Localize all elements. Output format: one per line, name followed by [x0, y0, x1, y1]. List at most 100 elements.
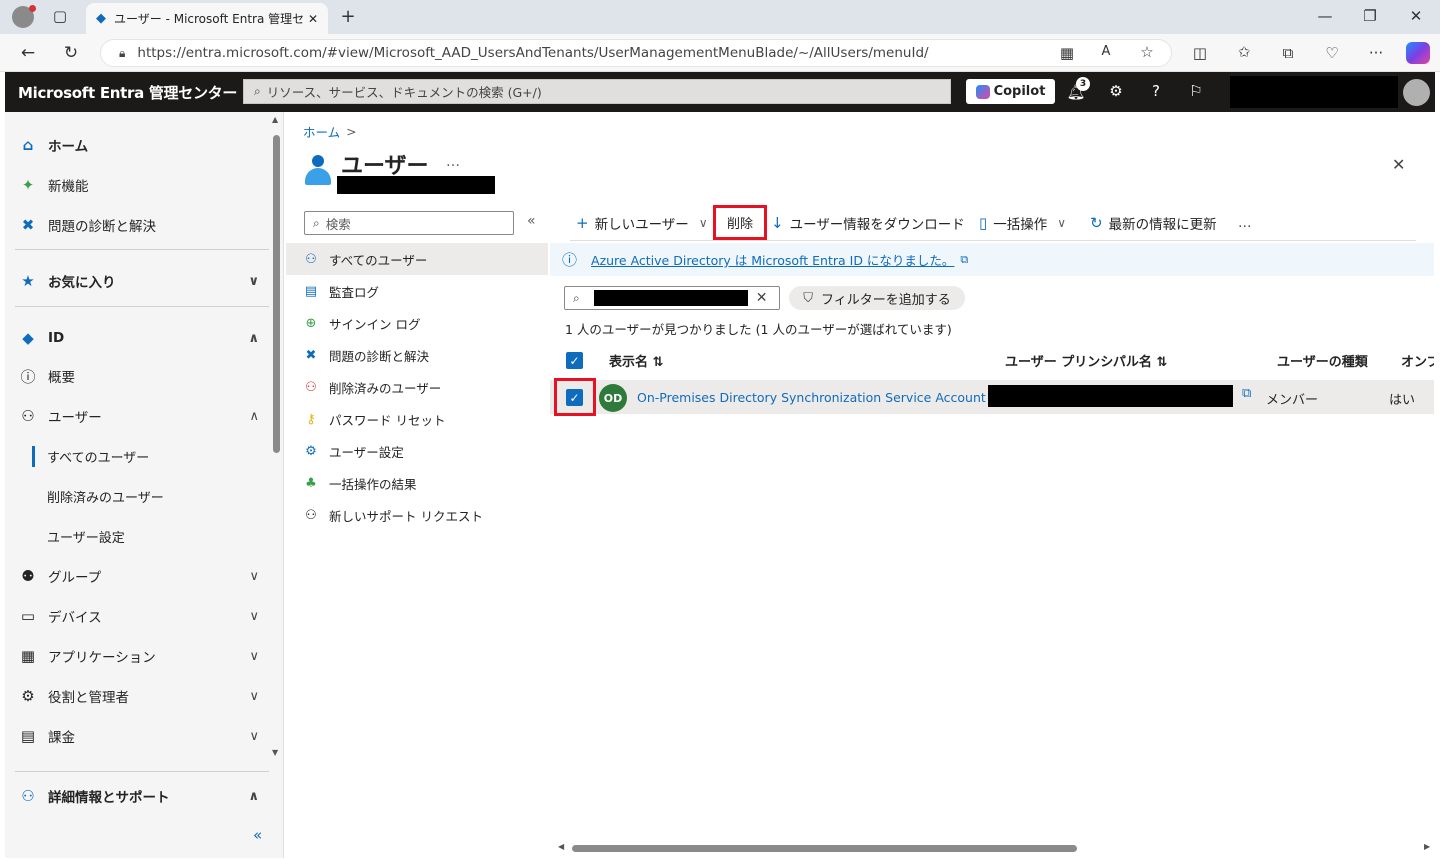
chevron-down-icon: ∨ [698, 216, 708, 230]
row-checkbox[interactable]: ✓ [566, 389, 583, 406]
menu-label: 新しいサポート リクエスト [329, 508, 483, 524]
new-user-button[interactable]: + 新しいユーザー ∨ [576, 210, 708, 236]
favorite-star-icon[interactable]: ☆ [1135, 43, 1159, 61]
read-aloud-icon[interactable]: A [1094, 44, 1118, 59]
chevron-down-icon: ∨ [1057, 216, 1067, 230]
nav-support[interactable]: ⚇ 詳細情報とサポート ∧ [5, 778, 267, 814]
nav-favorites[interactable]: ★ お気に入り ∨ [5, 263, 267, 299]
feedback-icon[interactable]: ⚐ [1183, 82, 1209, 100]
account-avatar[interactable] [1403, 79, 1430, 106]
account-info-redacted[interactable] [1230, 76, 1398, 108]
identity-icon: ◆ [22, 329, 34, 347]
scroll-right-icon[interactable]: ▶ [1424, 842, 1430, 851]
refresh-icon[interactable]: ↻ [59, 43, 83, 63]
copilot-button[interactable]: Copilot [966, 79, 1055, 104]
collections-icon[interactable]: ⧉ [1276, 44, 1300, 62]
url-field[interactable]: 🔒︎ https://entra.microsoft.com/#view/Mic… [100, 39, 1172, 67]
chevron-up-icon: ∧ [249, 408, 259, 424]
portal-brand[interactable]: Microsoft Entra 管理センター [18, 82, 237, 103]
chevron-down-icon: ∨ [249, 728, 259, 744]
menu-diagnose[interactable]: ✖ 問題の診断と解決 [286, 339, 548, 371]
external-link-icon[interactable]: ⧉ [960, 253, 968, 267]
close-blade-icon[interactable]: ✕ [1392, 155, 1405, 174]
breadcrumb-home[interactable]: ホーム [303, 122, 340, 141]
chevron-down-icon: ∨ [249, 568, 259, 584]
select-all-checkbox[interactable]: ✓ [566, 352, 583, 369]
nav-users[interactable]: ⚇ ユーザー ∧ [5, 398, 267, 434]
copy-icon[interactable]: ⧉ [1242, 386, 1251, 401]
nav-user-settings[interactable]: ユーザー設定 [5, 518, 267, 554]
nav-roles[interactable]: ⚙ 役割と管理者 ∨ [5, 678, 267, 714]
user-display-name-link[interactable]: On-Premises Directory Synchronization Se… [637, 390, 986, 405]
nav-all-users[interactable]: すべてのユーザー [5, 438, 267, 474]
apps-icon: ▦ [20, 647, 36, 665]
user-search-input[interactable]: ⌕ ✕ [564, 286, 780, 310]
toolbar-more-button[interactable]: … [1238, 210, 1252, 236]
bulk-operations-button[interactable]: ▯ 一括操作 ∨ [979, 210, 1066, 236]
menu-all-users[interactable]: ⚇ すべてのユーザー [286, 243, 548, 275]
column-display-name[interactable]: 表示名 ⇅ [609, 351, 663, 370]
nav-diagnose[interactable]: ✖ 問題の診断と解決 [5, 207, 267, 243]
nav-billing[interactable]: ▤ 課金 ∨ [5, 718, 267, 754]
favorites-icon[interactable]: ✩ [1232, 43, 1256, 61]
global-search-input[interactable]: ⌕ リソース、サービス、ドキュメントの検索 (G+/) [243, 79, 951, 104]
horizontal-scrollbar-thumb[interactable] [572, 845, 1077, 852]
refresh-button[interactable]: ↻ 最新の情報に更新 [1090, 210, 1217, 236]
browser-tab[interactable]: ◆ ユーザー - Microsoft Entra 管理セン… ✕ [86, 3, 328, 34]
app-grid-icon[interactable]: ▦ [1055, 44, 1079, 62]
info-icon: ⓘ [562, 251, 578, 269]
nav-applications[interactable]: ▦ アプリケーション ∨ [5, 638, 267, 674]
nav-overview[interactable]: ⓘ 概要 [5, 358, 267, 394]
back-icon[interactable]: ← [16, 43, 40, 63]
nav-scrollbar-thumb[interactable] [273, 135, 280, 453]
collapse-nav-icon[interactable]: « [253, 826, 262, 844]
column-user-type[interactable]: ユーザーの種類 [1277, 351, 1368, 370]
restore-icon[interactable]: ❐ [1358, 7, 1382, 25]
minimize-icon[interactable]: — [1313, 7, 1337, 25]
info-banner-link[interactable]: Azure Active Directory は Microsoft Entra… [591, 250, 954, 269]
menu-audit-logs[interactable]: ▤ 監査ログ [286, 275, 548, 307]
menu-bulk-results[interactable]: ♣ 一括操作の結果 [286, 467, 548, 499]
close-tab-icon[interactable]: ✕ [308, 12, 318, 26]
new-tab-icon[interactable]: + [336, 6, 360, 27]
nav-label: ID [48, 330, 65, 346]
copilot-icon [975, 84, 990, 99]
nav-whats-new[interactable]: ✦ 新機能 [5, 167, 267, 203]
nav-devices[interactable]: ▭ デバイス ∨ [5, 598, 267, 634]
bulk-results-icon: ♣ [305, 475, 317, 491]
column-upn[interactable]: ユーザー プリンシパル名 ⇅ [1005, 351, 1167, 370]
split-screen-icon[interactable]: ◫ [1188, 44, 1212, 62]
help-icon[interactable]: ? [1143, 82, 1169, 100]
scroll-down-icon[interactable]: ▼ [272, 748, 278, 757]
nav-label: 問題の診断と解決 [48, 219, 156, 235]
tab-actions-icon[interactable]: ▢ [48, 7, 72, 25]
settings-more-icon[interactable]: ··· [1364, 44, 1388, 62]
nav-identity[interactable]: ◆ ID ∧ [5, 320, 267, 356]
menu-user-settings[interactable]: ⚙ ユーザー設定 [286, 435, 548, 467]
health-icon[interactable]: ♡ [1320, 44, 1344, 62]
chevron-up-icon: ∧ [248, 788, 259, 804]
collapse-menu-icon[interactable]: « [527, 213, 536, 229]
settings-icon[interactable]: ⚙ [1103, 82, 1129, 100]
info-icon: ⓘ [20, 367, 36, 386]
delete-button[interactable]: 削除 [713, 205, 767, 240]
page-more-icon[interactable]: … [446, 154, 460, 170]
nav-deleted-users[interactable]: 削除済みのユーザー [5, 478, 267, 514]
menu-signin-logs[interactable]: ⊕ サインイン ログ [286, 307, 548, 339]
menu-search-input[interactable]: ⌕ 検索 [304, 211, 514, 235]
copilot-sidebar-icon[interactable] [1406, 42, 1430, 64]
clear-search-icon[interactable]: ✕ [756, 290, 768, 306]
add-filter-button[interactable]: ⛉ フィルターを追加する [789, 286, 965, 310]
close-window-icon[interactable]: ✕ [1404, 7, 1428, 25]
diagnose-icon: ✖ [305, 347, 317, 363]
scroll-up-icon[interactable]: ▲ [272, 115, 278, 124]
menu-support-request[interactable]: ⚇ 新しいサポート リクエスト [286, 499, 548, 531]
nav-home[interactable]: ⌂ ホーム [5, 127, 267, 163]
nav-groups[interactable]: ⚉ グループ ∨ [5, 558, 267, 594]
column-onprem[interactable]: オンプ [1401, 351, 1434, 370]
menu-deleted-users[interactable]: ⚇ 削除済みのユーザー [286, 371, 548, 403]
scroll-left-icon[interactable]: ◀ [558, 842, 564, 851]
lock-icon: 🔒︎ [119, 45, 126, 60]
download-users-button[interactable]: ↓ ユーザー情報をダウンロード [771, 210, 965, 236]
menu-password-reset[interactable]: ⚷ パスワード リセット [286, 403, 548, 435]
